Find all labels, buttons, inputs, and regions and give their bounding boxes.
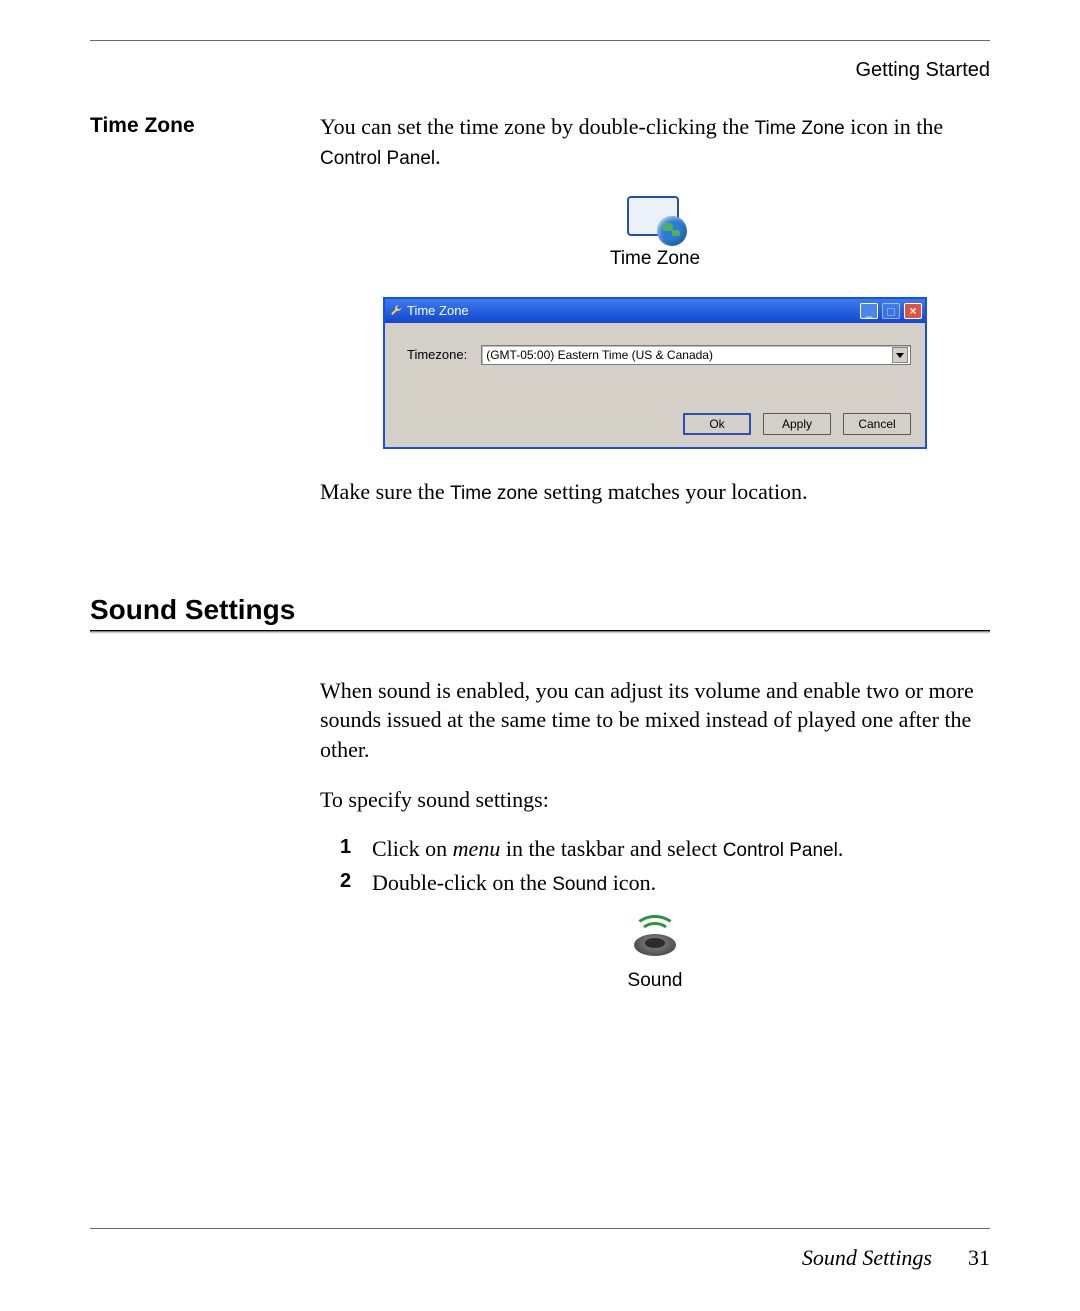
- chevron-down-icon[interactable]: [892, 347, 908, 363]
- step2-code: Sound: [552, 874, 607, 895]
- tz-note-pre: Make sure the: [320, 479, 450, 504]
- step2-pre: Double-click on the: [372, 870, 552, 895]
- tz-intro-mid: icon in the: [845, 114, 943, 139]
- page-number: 31: [968, 1245, 990, 1270]
- step1-code: Control Panel: [723, 840, 838, 861]
- timezone-window: Time Zone _ ◻ × Timezone: (GMT-05:00) Ea…: [383, 297, 927, 449]
- step1-pre: Click on: [372, 836, 453, 861]
- header-rule: [90, 40, 990, 41]
- step1-em: menu: [453, 836, 501, 861]
- margin-heading-timezone: Time Zone: [90, 112, 290, 529]
- timezone-icon-label: Time Zone: [595, 246, 715, 272]
- tz-intro-post: .: [435, 144, 441, 169]
- timezone-select[interactable]: (GMT-05:00) Eastern Time (US & Canada): [481, 345, 911, 365]
- step1-mid: in the taskbar and select: [500, 836, 722, 861]
- step1-post: .: [838, 836, 844, 861]
- section-rule: [90, 630, 990, 634]
- titlebar[interactable]: Time Zone _ ◻ ×: [385, 299, 925, 323]
- step-item: 1 Click on menu in the taskbar and selec…: [340, 834, 990, 864]
- timezone-icon: [627, 196, 683, 240]
- cancel-button[interactable]: Cancel: [843, 413, 911, 435]
- step-item: 2 Double-click on the Sound icon.: [340, 868, 990, 898]
- sound-icon-block: Sound: [595, 916, 715, 994]
- running-header: Getting Started: [90, 59, 990, 82]
- sound-intro: When sound is enabled, you can adjust it…: [320, 676, 990, 765]
- tz-note-code: Time zone: [450, 483, 538, 504]
- timezone-selected-value: (GMT-05:00) Eastern Time (US & Canada): [484, 347, 713, 363]
- step2-post: icon.: [607, 870, 656, 895]
- step-number: 1: [340, 834, 358, 864]
- tz-intro-code2: Control Panel: [320, 148, 435, 169]
- maximize-button: ◻: [882, 303, 900, 319]
- apply-button[interactable]: Apply: [763, 413, 831, 435]
- step-number: 2: [340, 868, 358, 898]
- footer-section: Sound Settings: [802, 1245, 932, 1270]
- tz-intro-pre: You can set the time zone by double-clic…: [320, 114, 755, 139]
- wrench-icon: [389, 304, 403, 318]
- sound-lead: To specify sound settings:: [320, 785, 990, 815]
- timezone-icon-block: Time Zone: [595, 196, 715, 272]
- ok-button[interactable]: Ok: [683, 413, 751, 435]
- timezone-body: You can set the time zone by double-clic…: [320, 112, 990, 529]
- minimize-button[interactable]: _: [860, 303, 878, 319]
- footer: Sound Settings 31: [90, 1228, 990, 1271]
- tz-note-post: setting matches your location.: [538, 479, 807, 504]
- tz-intro-code1: Time Zone: [755, 118, 845, 139]
- timezone-field-label: Timezone:: [407, 346, 467, 364]
- window-title: Time Zone: [407, 302, 856, 320]
- sound-icon: [632, 916, 678, 962]
- sound-icon-label: Sound: [595, 968, 715, 994]
- close-button[interactable]: ×: [904, 303, 922, 319]
- section-heading-sound: Sound Settings: [90, 594, 990, 626]
